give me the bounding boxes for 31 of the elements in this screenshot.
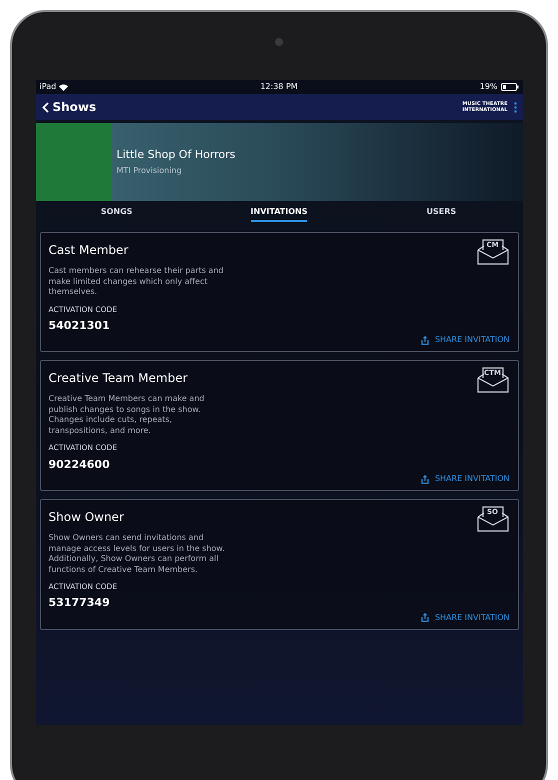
chevron-left-icon	[42, 102, 48, 112]
device-name: iPad	[40, 81, 56, 93]
battery-percent: 19%	[480, 81, 498, 93]
activation-code: 54021301	[48, 318, 111, 334]
share-invitation-button[interactable]: SHARE INVITATION	[420, 334, 510, 346]
card-description: Creative Team Members can make and publish changes to songs in the show. Changes include cuts, repeats, transpositions, and more.	[48, 394, 206, 436]
activation-code: 90224600	[48, 456, 111, 472]
share-invitation-button[interactable]: SHARE INVITATION	[420, 612, 510, 624]
envelope-icon	[476, 239, 510, 265]
tab[interactable]: SONGS	[36, 206, 198, 222]
card-title: Show Owner	[48, 509, 124, 526]
battery-icon	[500, 83, 519, 91]
card-description: Cast members can rehearse their parts and make limited changes which only affect themselves.	[48, 266, 224, 298]
envelope-icon	[476, 367, 510, 394]
card-title: Creative Team Member	[48, 370, 188, 388]
wifi-icon	[59, 84, 68, 90]
envelope-icon	[476, 506, 510, 532]
share-icon	[420, 336, 429, 345]
show-title: Little Shop Of Horrors	[116, 146, 236, 163]
back-button[interactable]: Shows	[42, 98, 96, 116]
activation-code: 53177349	[48, 595, 111, 612]
tab[interactable]: USERS	[360, 206, 522, 222]
share-icon	[420, 613, 429, 622]
show-subtitle: MTI Provisioning	[116, 165, 183, 178]
more-vertical-icon[interactable]	[514, 102, 516, 112]
card-description: Show Owners can send invitations and manage access levels for users in the show. Additionally, Show Owners can perform all functions of Creative Team Members.	[48, 533, 226, 575]
share-icon	[420, 474, 429, 484]
card-title: Cast Member	[48, 242, 128, 259]
share-invitation-button[interactable]: SHARE INVITATION	[420, 473, 510, 485]
tab[interactable]: INVITATIONS	[198, 206, 360, 222]
status-time: 12:38 PM	[259, 81, 299, 93]
